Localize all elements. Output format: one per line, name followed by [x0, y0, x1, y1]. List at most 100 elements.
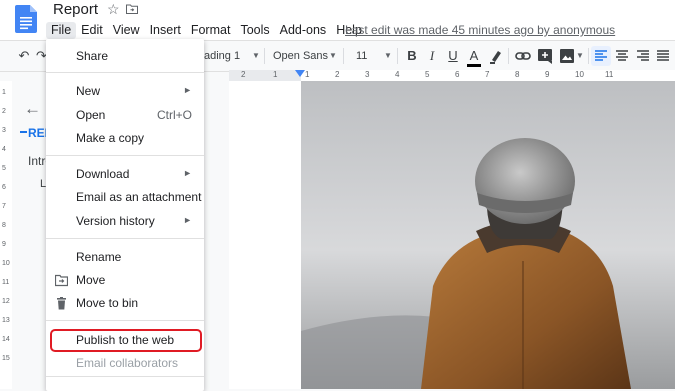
ruler-tick-label: 12	[2, 298, 10, 305]
link-icon[interactable]	[513, 46, 533, 66]
ruler-tick-label: 4	[2, 146, 6, 153]
italic-icon[interactable]: I	[422, 46, 442, 66]
ruler-tick-label: 1	[305, 70, 310, 79]
ruler-tick-label: 11	[605, 70, 614, 79]
font-size-dropdown[interactable]: 11	[356, 41, 367, 71]
ruler-tick-label: 7	[2, 203, 6, 210]
star-icon[interactable]: ☆	[107, 1, 120, 18]
justify-icon[interactable]	[653, 46, 673, 66]
menu-view[interactable]: View	[108, 22, 145, 39]
ruler-margin	[229, 70, 301, 81]
menu-separator	[46, 155, 204, 156]
toolbar-divider	[343, 48, 344, 64]
redo-icon[interactable]: ↷	[36, 46, 47, 66]
ruler-tick-label: 6	[455, 70, 460, 79]
menu-addons[interactable]: Add-ons	[275, 22, 332, 39]
ruler-tick-label: 4	[395, 70, 400, 79]
menu-item-open[interactable]: Open Ctrl+O	[46, 104, 204, 126]
chevron-down-icon: ▼	[329, 51, 337, 60]
menu-item-download[interactable]: Download ►	[46, 163, 204, 185]
google-docs-icon[interactable]	[15, 5, 37, 33]
font-dropdown[interactable]: Open Sans	[273, 41, 328, 71]
menu-format[interactable]: Format	[186, 22, 236, 39]
insert-image-icon[interactable]	[557, 46, 577, 66]
align-right-icon[interactable]	[633, 46, 653, 66]
ruler-tick-label: 8	[2, 222, 6, 229]
chevron-down-icon: ▼	[576, 51, 584, 60]
text-color-icon[interactable]: A	[464, 46, 484, 67]
ruler-tick-label: 2	[241, 70, 246, 79]
ruler-tick-label: 2	[335, 70, 340, 79]
ruler-tick-label: 15	[2, 355, 10, 362]
highlight-pen-icon[interactable]	[486, 46, 506, 66]
toolbar-divider	[508, 48, 509, 64]
chevron-down-icon: ▼	[384, 51, 392, 60]
ruler-tick-label: 9	[2, 241, 6, 248]
ruler-tick-label: 1	[2, 89, 6, 96]
ruler-tick-label: 3	[2, 127, 6, 134]
align-left-icon[interactable]	[591, 46, 611, 66]
document-image[interactable]	[301, 81, 675, 389]
menu-separator	[46, 72, 204, 73]
menu-tools[interactable]: Tools	[235, 22, 274, 39]
underline-icon[interactable]: U	[443, 46, 463, 66]
submenu-arrow-icon: ►	[183, 215, 192, 225]
highlight-annotation	[50, 329, 202, 352]
menu-file[interactable]: File	[46, 22, 77, 39]
menu-item-version-history[interactable]: Version history ►	[46, 210, 204, 232]
menu-separator	[46, 238, 204, 239]
ruler-tick-label: 8	[515, 70, 520, 79]
menu-separator	[46, 320, 204, 321]
font-value: Open Sans	[273, 50, 329, 62]
ruler-tick-label: 10	[575, 70, 584, 79]
ruler-tick-label: 1	[273, 70, 278, 79]
menu-item-email-as-an-attachment[interactable]: Email as an attachment	[46, 186, 204, 208]
title-bar: Report ☆ File Edit View Insert Format Tools Ad…	[0, 0, 675, 40]
menu-item-label: Rename	[76, 250, 122, 264]
menu-item-label: Version history	[76, 214, 155, 228]
toolbar-divider	[588, 48, 589, 64]
ruler-tick-label: 14	[2, 336, 10, 343]
undo-icon[interactable]: ↶	[14, 46, 34, 66]
last-edit-link[interactable]: Last edit was made 45 minutes ago by ano…	[345, 23, 615, 37]
document-title[interactable]: Report	[53, 1, 98, 18]
menu-item-label: Make a copy	[76, 131, 145, 145]
menu-item-share[interactable]: Share	[46, 45, 204, 67]
paragraph-style-dropdown[interactable]: ading 1	[204, 41, 240, 71]
menu-item-label: Move to bin	[76, 296, 139, 310]
move-folder-icon	[55, 274, 68, 287]
bold-icon[interactable]: B	[402, 46, 422, 66]
toolbar-divider	[397, 48, 398, 64]
move-folder-icon[interactable]	[126, 4, 138, 14]
ruler-tick-label: 10	[2, 260, 10, 267]
menu-item-move[interactable]: Move	[46, 269, 204, 291]
submenu-arrow-icon: ►	[183, 168, 192, 178]
menu-item-rename[interactable]: Rename	[46, 246, 204, 268]
toolbar-divider	[264, 48, 265, 64]
ruler-tick-label: 7	[485, 70, 490, 79]
ruler-tick-label: 11	[2, 279, 10, 286]
menu-item-label: Move	[76, 273, 106, 287]
outline-active-marker	[20, 131, 27, 133]
menu-insert[interactable]: Insert	[145, 22, 186, 39]
font-size-value: 11	[356, 50, 368, 62]
menu-bar: File Edit View Insert Format Tools Add-ons Help	[46, 22, 367, 39]
menu-item-label: New	[76, 84, 101, 98]
menu-item-move-to-bin[interactable]: Move to bin	[46, 292, 204, 314]
menu-separator	[46, 376, 204, 377]
ruler-tick-label: 2	[2, 108, 6, 115]
align-center-icon[interactable]	[612, 46, 632, 66]
menu-edit[interactable]: Edit	[76, 22, 108, 39]
menu-item-label: Open	[76, 108, 106, 122]
add-comment-icon[interactable]	[535, 46, 555, 66]
menu-item-label: Email as an attachment	[76, 190, 202, 204]
paragraph-style-value: ading 1	[204, 50, 241, 62]
menu-item-make-a-copy[interactable]: Make a copy	[46, 127, 204, 149]
menu-item-label: Download	[76, 167, 130, 181]
back-arrow-icon[interactable]: ←	[24, 99, 41, 119]
menu-item-new[interactable]: New ►	[46, 80, 204, 102]
menu-item-label: Share	[76, 49, 109, 63]
menu-item-shortcut: Ctrl+O	[156, 108, 192, 122]
indent-marker-icon[interactable]	[295, 70, 305, 77]
ruler-tick-label: 6	[2, 184, 6, 191]
